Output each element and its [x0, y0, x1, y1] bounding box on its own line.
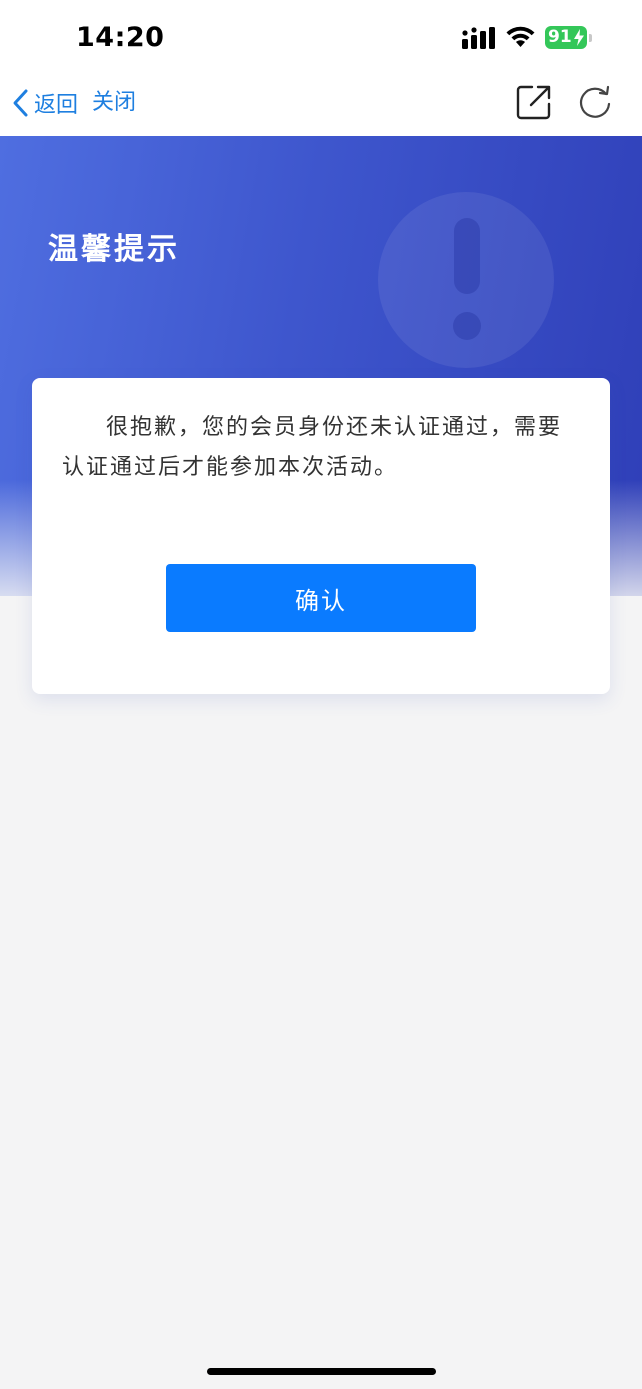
dialog-message: 很抱歉，您的会员身份还未认证通过，需要认证通过后才能参加本次活动。 [62, 415, 563, 480]
banner-title: 温馨提示 [48, 232, 180, 267]
exclamation-circle-icon [378, 192, 554, 368]
navigation-bar: 返回 关闭 [0, 76, 642, 136]
close-button[interactable]: 关闭 [92, 86, 136, 120]
charging-bolt-icon [574, 29, 584, 46]
refresh-icon[interactable] [578, 85, 612, 119]
wifi-icon [506, 26, 535, 47]
confirm-button[interactable]: 确认 [166, 564, 476, 632]
share-icon[interactable] [516, 84, 552, 120]
status-bar: 14:20 91 [0, 0, 642, 76]
battery-tip [589, 34, 592, 42]
home-indicator[interactable] [207, 1368, 436, 1375]
battery-level-text: 91 [548, 27, 572, 47]
chevron-left-icon [13, 89, 28, 117]
back-label: 返回 [34, 93, 79, 118]
status-time: 14:20 [76, 22, 165, 53]
dialog-card: 很抱歉，您的会员身份还未认证通过，需要认证通过后才能参加本次活动。 确认 [32, 378, 610, 694]
back-button[interactable]: 返回 [10, 86, 78, 120]
battery-indicator: 91 [545, 26, 595, 49]
cellular-signal-icon [462, 27, 495, 49]
